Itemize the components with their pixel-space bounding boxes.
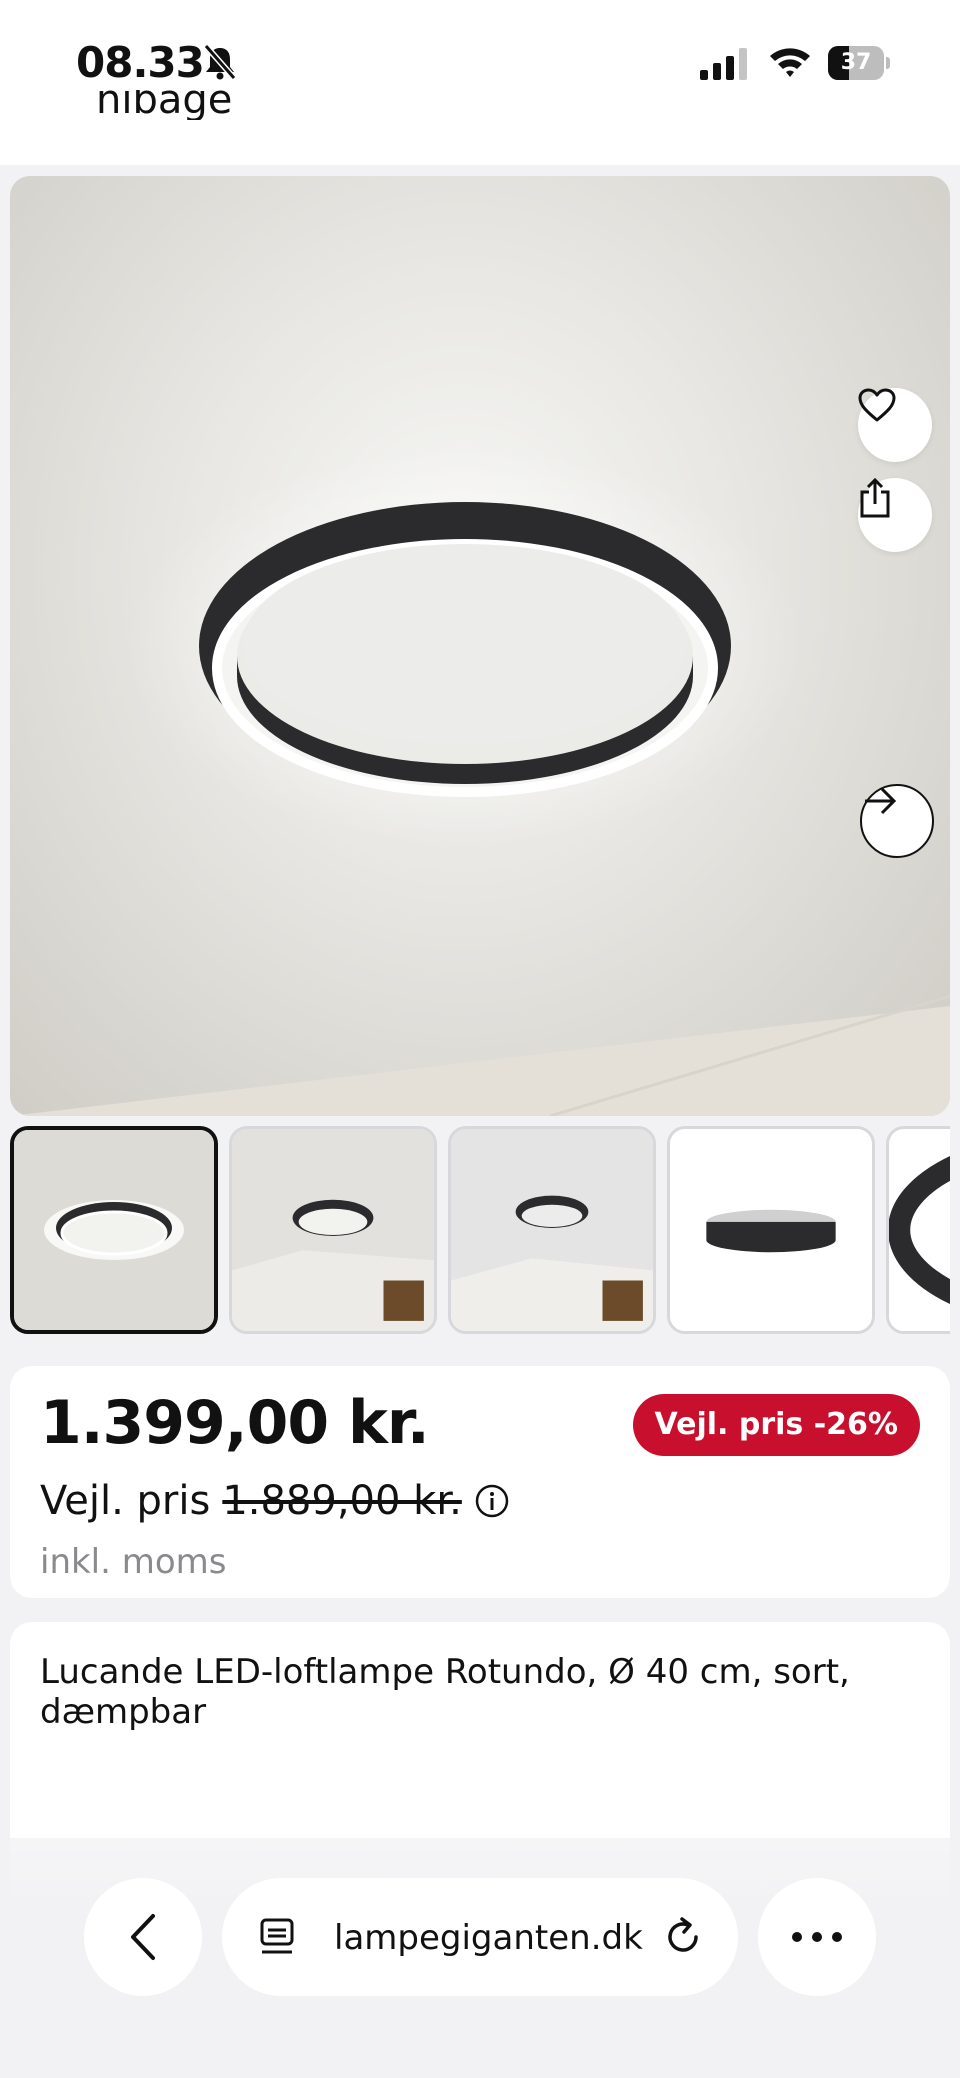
bell-muted-icon <box>203 44 237 80</box>
wifi-icon <box>770 48 810 77</box>
current-price: 1.399,00 kr. <box>40 1388 430 1458</box>
share-button[interactable] <box>858 478 932 552</box>
price-card: 1.399,00 kr. Vejl. pris -26% Vejl. pris … <box>10 1366 950 1598</box>
browser-toolbar: lampegiganten.dk <box>0 1838 960 2078</box>
thumbnail-image <box>889 1129 950 1331</box>
status-time: 08.33 <box>76 38 205 87</box>
back-button[interactable] <box>84 1878 202 1996</box>
thumbnail-5[interactable] <box>886 1126 950 1334</box>
more-options-button[interactable] <box>758 1878 876 1996</box>
thumbnail-3[interactable] <box>448 1126 656 1334</box>
url-text[interactable]: lampegiganten.dk <box>334 1916 643 1960</box>
thumbnail-1[interactable] <box>10 1126 218 1334</box>
rrp-old-price: 1.889,00 kr. <box>222 1478 462 1524</box>
page-heading-cut: nibage <box>96 90 233 120</box>
discount-badge: Vejl. pris -26% <box>632 1394 920 1456</box>
thumbnail-4[interactable] <box>667 1126 875 1334</box>
arrow-right-icon <box>865 787 897 815</box>
more-icon <box>792 1932 842 1942</box>
next-image-button[interactable] <box>860 784 934 858</box>
reload-icon[interactable] <box>660 1914 706 1960</box>
thumbnail-image <box>232 1129 434 1331</box>
vat-note: inkl. moms <box>40 1542 227 1582</box>
info-icon[interactable] <box>474 1483 510 1519</box>
thumbnail-2[interactable] <box>229 1126 437 1334</box>
recommended-price: Vejl. pris 1.889,00 kr. <box>40 1478 510 1524</box>
tabs-icon[interactable] <box>258 1916 302 1960</box>
battery-indicator: 37 <box>828 46 890 80</box>
favorite-button[interactable] <box>858 388 932 462</box>
thumbnail-strip[interactable] <box>10 1126 950 1336</box>
product-title: Lucande LED-loftlampe Rotundo, Ø 40 cm, … <box>40 1652 850 1732</box>
address-bar[interactable]: lampegiganten.dk <box>222 1878 738 1996</box>
heart-icon <box>858 388 896 422</box>
status-bar: 08.33 37 nibage <box>0 0 960 165</box>
thumbnail-image <box>451 1129 653 1331</box>
product-main-image[interactable] <box>10 176 950 1116</box>
battery-percent: 37 <box>840 50 872 75</box>
share-icon <box>860 478 890 518</box>
ceiling-lamp-illustration <box>10 446 950 1116</box>
cellular-signal-icon <box>700 48 747 80</box>
chevron-left-icon <box>131 1914 155 1960</box>
thumbnail-image <box>14 1130 214 1330</box>
rrp-label: Vejl. pris <box>40 1478 211 1524</box>
thumbnail-image <box>670 1129 872 1331</box>
